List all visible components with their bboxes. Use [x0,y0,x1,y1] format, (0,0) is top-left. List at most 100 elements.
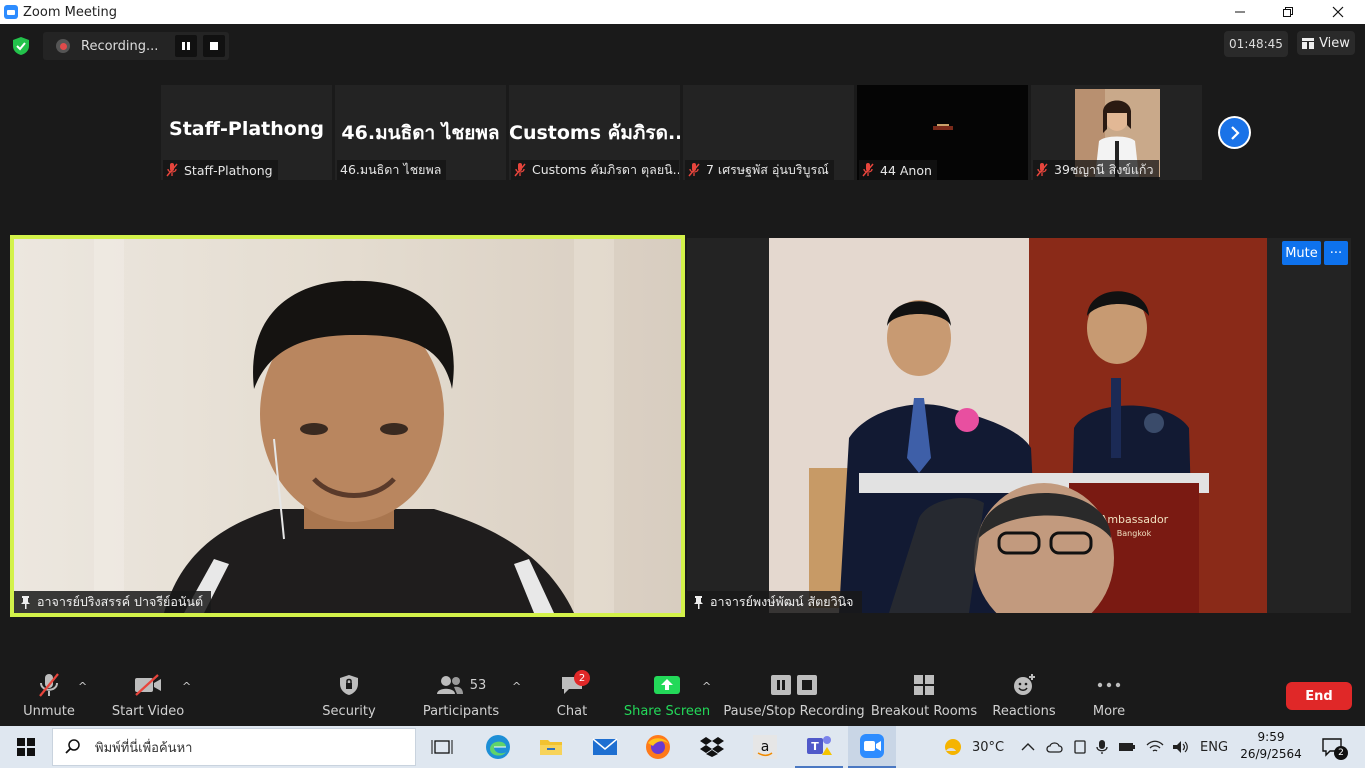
task-view-icon [431,740,453,754]
chevron-up-icon[interactable] [1020,742,1036,752]
close-button[interactable] [1315,0,1361,24]
thumbnail-name: 44 Anon [880,162,932,178]
dropbox-taskbar-icon[interactable] [688,726,736,768]
pause-stop-recording-button[interactable]: Pause/Stop Recording [723,664,865,726]
share-screen-button[interactable]: Share Screen [624,664,710,726]
participant-thumbnail[interactable]: Customs คัมภิรด... Customs คัมภิรดา ตุลย… [509,85,680,180]
stop-recording-button[interactable] [203,35,225,57]
audio-options-caret[interactable]: ^ [78,680,87,693]
participant-thumbnail[interactable]: 39ชญานี สิงข์แก้ว [1031,85,1202,180]
pinned-video-image: Ambassador Bangkok [769,238,1267,613]
grid-view-icon [1302,37,1315,49]
zoom-app-icon [4,5,18,19]
title-bar: Zoom Meeting [0,0,1365,24]
view-button[interactable]: View [1297,31,1355,55]
thumbnail-name-tag: Customs คัมภิรดา ตุลยนิ... [511,160,679,180]
podium-subtext: Bangkok [1117,529,1152,538]
end-meeting-button[interactable]: End [1286,682,1352,710]
speaker-name-tag: อาจารย์ปริงสรรค์ ปาจรีย์อนันต์ [14,591,212,613]
video-options-caret[interactable]: ^ [182,680,191,693]
windows-taskbar: พิมพ์ที่นี่เพื่อค้นหา a T 30°C ENG 9:59 … [0,726,1365,768]
amazon-taskbar-icon[interactable]: a [741,726,789,768]
reactions-icon [1014,674,1035,695]
thumbnail-display-name: Staff-Plathong [169,118,324,140]
thumbnail-display-name: Customs คัมภิรด... [509,122,680,144]
more-button[interactable]: More [1088,664,1130,726]
participant-more-button[interactable]: ··· [1324,241,1348,265]
mic-muted-icon [514,163,526,177]
pause-recording-button[interactable] [175,35,197,57]
task-view-button[interactable] [418,726,466,768]
participants-button[interactable]: 53 Participants [422,664,500,726]
edge-icon [486,735,510,759]
firefox-taskbar-icon[interactable] [634,726,682,768]
wifi-icon[interactable] [1146,740,1164,754]
folder-icon [540,740,562,755]
mail-taskbar-icon[interactable] [581,726,629,768]
podium-text: Ambassador [1100,513,1169,526]
teams-icon: T [807,736,832,755]
input-language[interactable]: ENG [1200,740,1228,755]
next-page-button[interactable] [1218,116,1251,149]
breakout-rooms-button[interactable]: Breakout Rooms [871,664,977,726]
start-button[interactable] [0,726,52,768]
volume-icon[interactable] [1172,740,1190,754]
participants-options-caret[interactable]: ^ [512,680,521,693]
active-speaker-video[interactable]: อาจารย์ปริงสรรค์ ปาจรีย์อนันต์ [10,235,685,617]
reactions-label: Reactions [992,704,1056,719]
reactions-button[interactable]: Reactions [992,664,1056,726]
minimize-button[interactable] [1217,0,1263,24]
participants-label: Participants [422,704,500,719]
participant-thumbnail[interactable]: Staff-Plathong Staff-Plathong [161,85,332,180]
mute-participant-button[interactable]: Mute [1282,241,1321,265]
speaker-video-image [14,239,681,613]
weather-widget[interactable]: 30°C [942,726,1004,768]
stop-icon [210,42,218,50]
recording-label: Recording... [81,38,159,54]
security-button[interactable]: Security [318,664,380,726]
taskbar-search-box[interactable]: พิมพ์ที่นี่เพื่อค้นหา [52,728,416,766]
reactions-icon-wrap [1012,664,1036,706]
chat-badge: 2 [574,670,590,686]
start-video-label: Start Video [111,704,185,719]
zoom-icon [860,734,884,758]
mic-muted-icon [1036,163,1048,177]
participants-count: 53 [469,677,487,693]
pinned-video[interactable]: Ambassador Bangkok อาจารย์พงษ์พัฒน์ สัตย… [687,238,1351,613]
speaker-name: อาจารย์ปริงสรรค์ ปาจรีย์อนันต์ [37,594,204,609]
file-explorer-taskbar-icon[interactable] [527,726,575,768]
clock-date: 26/9/2564 [1240,747,1302,761]
pause-stop-icon [771,675,817,695]
thumbnail-name-tag: 44 Anon [859,160,937,180]
share-options-caret[interactable]: ^ [702,680,711,693]
unmute-button[interactable]: Unmute [20,664,78,726]
notification-center-button[interactable]: 2 [1312,726,1352,768]
device-icon[interactable] [1072,739,1088,755]
participant-thumbnail[interactable]: 7 เศรษฐพัส อุ่นบริบูรณ์ [683,85,854,180]
pinned-name: อาจารย์พงษ์พัฒน์ สัตยวินิจ [710,594,854,609]
zoom-taskbar-icon[interactable] [848,726,896,768]
notification-count: 2 [1334,746,1348,760]
participant-thumbnail[interactable]: 44 Anon [857,85,1028,180]
mic-muted-icon [688,163,700,177]
microphone-icon[interactable] [1096,739,1108,755]
minimize-icon [1235,11,1245,13]
shield-icon [340,675,358,695]
search-placeholder: พิมพ์ที่นี่เพื่อค้นหา [95,740,193,756]
cloud-icon[interactable] [1046,740,1064,754]
svg-text:a: a [761,739,770,755]
chat-button[interactable]: 2 Chat [550,664,594,726]
encryption-shield-icon[interactable] [13,37,29,55]
battery-icon[interactable] [1118,741,1136,753]
teams-taskbar-icon[interactable]: T [795,726,843,768]
start-video-button[interactable]: Start Video [110,664,186,726]
thumbnail-name-tag: 46.มนธิดา ไชยพล [337,160,447,180]
taskbar-clock[interactable]: 9:59 26/9/2564 [1236,729,1306,763]
maximize-button[interactable] [1265,0,1311,24]
participant-thumbnail[interactable]: 46.มนธิดา ไชยพล 46.มนธิดา ไชยพล [335,85,506,180]
pin-icon [694,595,703,609]
edge-taskbar-icon[interactable] [474,726,522,768]
participant-video-image [933,124,953,130]
window-title: Zoom Meeting [23,4,118,20]
breakout-rooms-icon [914,675,934,695]
